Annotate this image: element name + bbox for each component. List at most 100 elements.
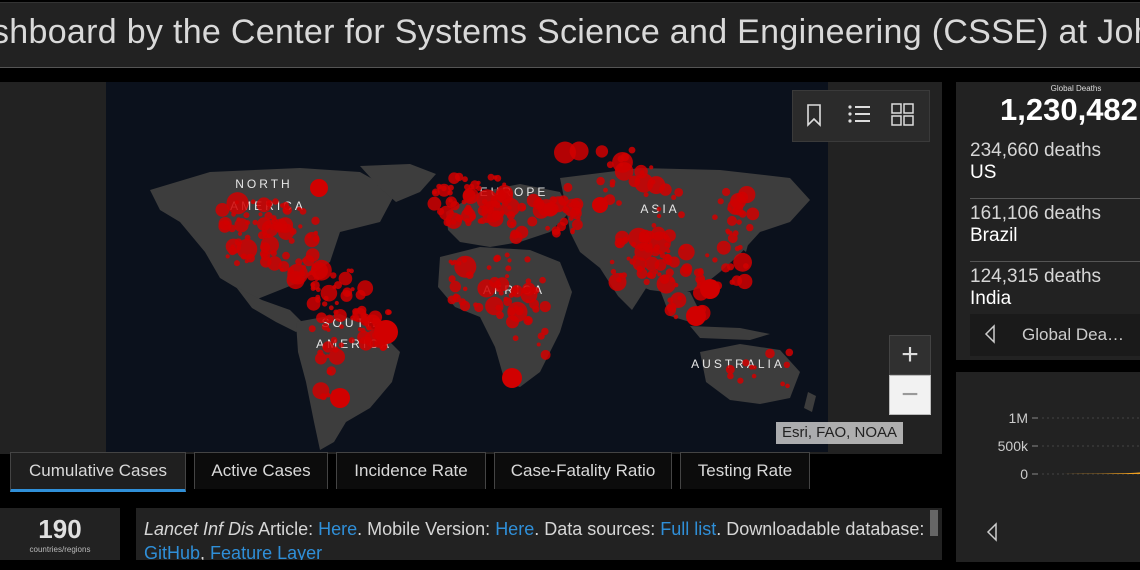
case-dot[interactable] — [450, 261, 455, 266]
case-dot[interactable] — [333, 309, 347, 322]
case-dot[interactable] — [464, 184, 470, 190]
case-dot[interactable] — [495, 304, 502, 311]
tab-testing-rate[interactable]: Testing Rate — [680, 452, 810, 489]
case-dot[interactable] — [619, 162, 624, 167]
case-dot[interactable] — [350, 315, 356, 321]
case-dot[interactable] — [504, 252, 510, 258]
case-dot[interactable] — [678, 243, 695, 261]
case-dot[interactable] — [258, 212, 263, 217]
case-dot[interactable] — [244, 234, 251, 241]
case-dot[interactable] — [502, 368, 522, 388]
case-dot[interactable] — [717, 198, 724, 205]
case-dot[interactable] — [765, 348, 775, 359]
case-dot[interactable] — [654, 244, 660, 251]
case-dot[interactable] — [736, 219, 742, 225]
case-dot[interactable] — [476, 185, 482, 191]
case-dot[interactable] — [616, 200, 622, 206]
case-dot[interactable] — [496, 311, 504, 320]
case-dot[interactable] — [492, 175, 498, 180]
case-dot[interactable] — [508, 292, 514, 298]
case-dot[interactable] — [712, 214, 718, 220]
case-dot[interactable] — [570, 207, 582, 220]
case-dot[interactable] — [486, 265, 492, 270]
case-dot[interactable] — [357, 280, 374, 297]
case-dot[interactable] — [536, 342, 541, 347]
case-dot[interactable] — [541, 327, 549, 336]
case-dot[interactable] — [510, 221, 515, 226]
case-dot[interactable] — [524, 256, 531, 263]
tab-case-fatality-ratio[interactable]: Case-Fatality Ratio — [494, 452, 672, 489]
case-dot[interactable] — [785, 383, 790, 389]
case-dot[interactable] — [737, 273, 753, 290]
case-dot[interactable] — [697, 268, 704, 274]
case-dot[interactable] — [506, 315, 519, 329]
case-dot[interactable] — [512, 286, 520, 294]
case-dot[interactable] — [658, 250, 663, 255]
case-dot[interactable] — [780, 381, 785, 387]
case-dot[interactable] — [455, 214, 464, 223]
tab-active-cases[interactable]: Active Cases — [194, 452, 328, 489]
case-dot[interactable] — [610, 268, 617, 275]
case-dot[interactable] — [785, 348, 794, 357]
case-dot[interactable] — [330, 336, 338, 344]
case-dot[interactable] — [311, 262, 328, 280]
case-dot[interactable] — [469, 213, 477, 220]
case-dot[interactable] — [609, 259, 615, 265]
case-dot[interactable] — [539, 301, 551, 313]
case-dot[interactable] — [737, 377, 744, 384]
chevron-left-icon[interactable] — [984, 324, 996, 350]
case-dot[interactable] — [316, 312, 327, 324]
case-dot[interactable] — [727, 233, 738, 244]
case-dot[interactable] — [681, 263, 693, 274]
case-dot[interactable] — [716, 240, 731, 255]
case-dot[interactable] — [298, 224, 303, 229]
mobile-link[interactable]: Here — [495, 519, 534, 539]
case-dot[interactable] — [262, 232, 269, 239]
case-dot[interactable] — [447, 184, 454, 191]
basemap-gallery-icon[interactable] — [891, 103, 915, 127]
case-dot[interactable] — [256, 197, 272, 213]
case-dot[interactable] — [250, 199, 256, 205]
case-dot[interactable] — [752, 365, 757, 370]
case-dot[interactable] — [282, 206, 289, 213]
case-dot[interactable] — [725, 364, 735, 374]
case-dot[interactable] — [362, 318, 367, 324]
case-dot[interactable] — [563, 182, 573, 192]
github-link[interactable]: GitHub — [144, 543, 200, 560]
case-dot[interactable] — [705, 253, 710, 258]
case-dot[interactable] — [308, 325, 316, 333]
case-dot[interactable] — [533, 198, 545, 210]
case-dot[interactable] — [441, 185, 447, 192]
case-dot[interactable] — [326, 327, 331, 332]
case-dot[interactable] — [338, 342, 344, 348]
case-dot[interactable] — [509, 231, 523, 244]
case-dot[interactable] — [727, 372, 734, 380]
case-dot[interactable] — [374, 320, 398, 344]
case-dot[interactable] — [730, 193, 747, 209]
case-dot[interactable] — [649, 165, 654, 170]
case-dot[interactable] — [678, 211, 685, 219]
case-dot[interactable] — [508, 307, 516, 316]
case-dot[interactable] — [225, 238, 242, 254]
case-dot[interactable] — [448, 275, 456, 283]
case-dot[interactable] — [515, 306, 524, 316]
case-dot[interactable] — [302, 258, 307, 263]
bookmark-icon[interactable] — [805, 103, 823, 127]
case-dot[interactable] — [568, 203, 573, 208]
case-dot[interactable] — [437, 208, 445, 216]
case-dot[interactable] — [270, 215, 277, 221]
case-dot[interactable] — [643, 278, 650, 286]
case-dot[interactable] — [729, 279, 735, 285]
case-dot[interactable] — [498, 290, 504, 296]
case-dot[interactable] — [651, 226, 666, 241]
case-dot[interactable] — [592, 197, 608, 213]
map-panel[interactable]: NORTHAMERICAEUROPEASIAAFRICASOUTHAMERICA… — [0, 82, 942, 454]
chevron-left-icon[interactable] — [986, 522, 998, 548]
case-dot[interactable] — [454, 172, 464, 182]
case-dot[interactable] — [539, 276, 546, 284]
case-dot[interactable] — [727, 215, 737, 226]
case-dot[interactable] — [432, 190, 437, 195]
list-icon[interactable] — [847, 103, 871, 127]
case-dot[interactable] — [323, 295, 329, 301]
case-dot[interactable] — [525, 299, 530, 304]
